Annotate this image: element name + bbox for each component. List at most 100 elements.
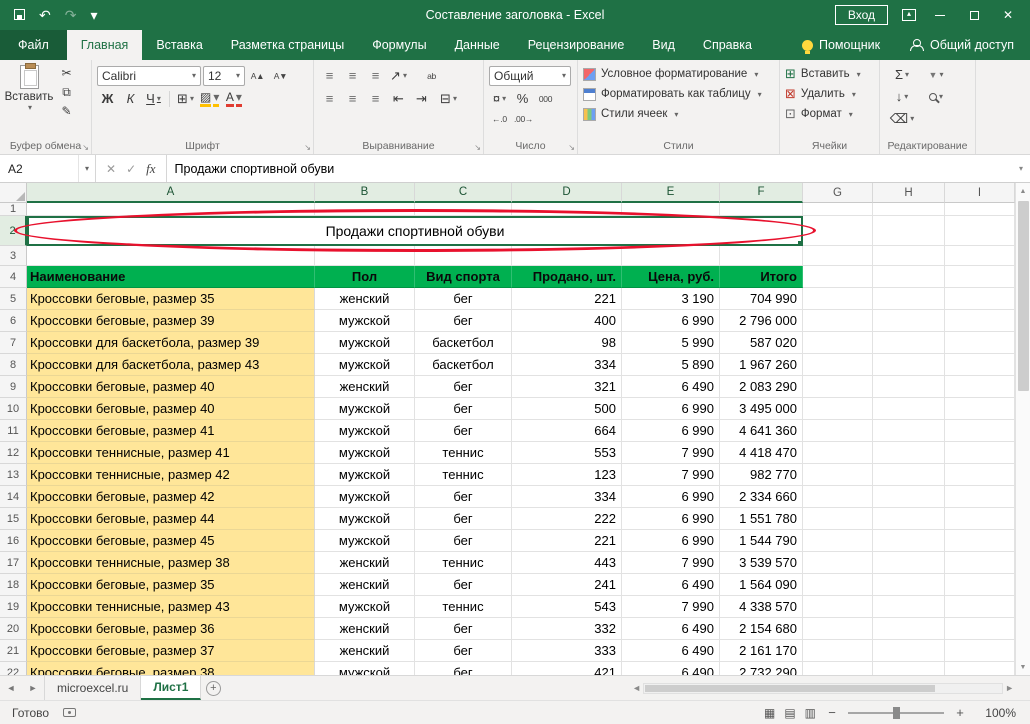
cell[interactable]	[803, 376, 873, 398]
cell[interactable]: баскетбол	[415, 332, 512, 354]
cell[interactable]	[873, 662, 945, 675]
tab-data[interactable]: Данные	[441, 30, 514, 60]
undo-button[interactable]: ↶	[39, 8, 51, 22]
cell[interactable]: 6 490	[622, 376, 720, 398]
wrap-text-button[interactable]: ab	[421, 65, 442, 86]
cell[interactable]: Кроссовки беговые, размер 37	[27, 640, 315, 662]
copy-button[interactable]: ⧉	[56, 83, 77, 101]
cell[interactable]	[945, 464, 1015, 486]
cell[interactable]: женский	[315, 552, 415, 574]
cell[interactable]	[720, 246, 803, 266]
row-header-19[interactable]: 19	[0, 596, 27, 618]
cell[interactable]	[622, 203, 720, 216]
scroll-up-icon[interactable]: ▲	[1016, 183, 1030, 199]
cell[interactable]	[945, 552, 1015, 574]
column-header-B[interactable]: B	[315, 183, 415, 203]
cell[interactable]: 2 083 290	[720, 376, 803, 398]
share-button[interactable]: Общий доступ	[893, 30, 1030, 60]
cell[interactable]	[803, 596, 873, 618]
cell[interactable]	[803, 203, 873, 216]
align-middle-button[interactable]: ≡	[342, 65, 363, 86]
cell[interactable]: бег	[415, 486, 512, 508]
header-cell[interactable]: Пол	[315, 266, 415, 288]
cell[interactable]	[803, 246, 873, 266]
cell[interactable]: теннис	[415, 442, 512, 464]
cell[interactable]: Кроссовки беговые, размер 36	[27, 618, 315, 640]
align-bottom-button[interactable]: ≡	[365, 65, 386, 86]
bold-button[interactable]: Ж	[97, 88, 118, 109]
zoom-out-button[interactable]: −	[825, 705, 839, 720]
row-header-18[interactable]: 18	[0, 574, 27, 596]
cell[interactable]	[315, 246, 415, 266]
confirm-entry-icon[interactable]: ✓	[126, 162, 136, 176]
delete-cells-button[interactable]: ⊠ Удалить ▾	[785, 84, 874, 104]
cell[interactable]	[720, 203, 803, 216]
cell[interactable]: Кроссовки беговые, размер 35	[27, 288, 315, 310]
view-page-break-icon[interactable]: ▥	[805, 706, 816, 720]
cell[interactable]: бег	[415, 662, 512, 675]
cell[interactable]: Кроссовки беговые, размер 35	[27, 574, 315, 596]
cell[interactable]	[803, 420, 873, 442]
cell[interactable]: теннис	[415, 596, 512, 618]
tab-help[interactable]: Справка	[689, 30, 766, 60]
decrease-decimal-button[interactable]: .00→	[512, 109, 535, 130]
increase-font-size-button[interactable]: А▲	[247, 65, 268, 86]
cell[interactable]: 3 539 570	[720, 552, 803, 574]
cell[interactable]: 6 990	[622, 508, 720, 530]
cell[interactable]: женский	[315, 618, 415, 640]
formula-input[interactable]: Продажи спортивной обуви	[166, 155, 1012, 182]
percent-style-button[interactable]: %	[512, 88, 533, 109]
cell[interactable]: Кроссовки беговые, размер 38	[27, 662, 315, 675]
macro-record-icon[interactable]	[63, 708, 77, 717]
cell[interactable]: 123	[512, 464, 622, 486]
row-header-2[interactable]: 2	[0, 216, 27, 246]
row-header-13[interactable]: 13	[0, 464, 27, 486]
cell[interactable]: 4 641 360	[720, 420, 803, 442]
paste-button[interactable]: Вставить ▾	[5, 63, 53, 120]
column-header-E[interactable]: E	[622, 183, 720, 203]
cell[interactable]	[945, 530, 1015, 552]
cell[interactable]: 221	[512, 288, 622, 310]
cell[interactable]	[873, 552, 945, 574]
cell[interactable]: теннис	[415, 464, 512, 486]
view-normal-icon[interactable]: ▦	[764, 706, 775, 720]
horizontal-scroll-track[interactable]	[643, 682, 1004, 694]
column-header-I[interactable]: I	[945, 183, 1015, 203]
cell[interactable]: мужской	[315, 442, 415, 464]
maximize-button[interactable]	[964, 8, 984, 22]
row-header-21[interactable]: 21	[0, 640, 27, 662]
cell[interactable]: 6 990	[622, 420, 720, 442]
column-header-F[interactable]: F	[720, 183, 803, 203]
cell[interactable]	[873, 203, 945, 216]
name-box[interactable]: A2 ▾	[0, 155, 96, 182]
column-header-D[interactable]: D	[512, 183, 622, 203]
cell[interactable]: Кроссовки беговые, размер 45	[27, 530, 315, 552]
cell[interactable]: 1 551 780	[720, 508, 803, 530]
cell[interactable]	[803, 464, 873, 486]
cell[interactable]	[873, 420, 945, 442]
cell[interactable]	[622, 246, 720, 266]
cell[interactable]: 4 338 570	[720, 596, 803, 618]
cell[interactable]	[803, 288, 873, 310]
cell[interactable]: 4 418 470	[720, 442, 803, 464]
column-header-G[interactable]: G	[803, 183, 873, 203]
column-header-A[interactable]: A	[27, 183, 315, 203]
tab-page-layout[interactable]: Разметка страницы	[217, 30, 358, 60]
cell[interactable]	[873, 216, 945, 246]
cell[interactable]	[27, 246, 315, 266]
cell[interactable]	[873, 266, 945, 288]
minimize-button[interactable]	[930, 8, 950, 22]
cell[interactable]	[803, 662, 873, 675]
horizontal-scrollbar[interactable]: ◄ ►	[632, 676, 1030, 700]
cell[interactable]	[945, 662, 1015, 675]
horizontal-scroll-thumb[interactable]	[645, 684, 936, 692]
cell[interactable]: мужской	[315, 596, 415, 618]
cell[interactable]: бег	[415, 310, 512, 332]
cell[interactable]: Кроссовки для баскетбола, размер 39	[27, 332, 315, 354]
expand-formula-bar-button[interactable]: ▾	[1012, 155, 1030, 182]
dialog-launcher-number[interactable]: ↘	[568, 144, 575, 152]
cell[interactable]	[873, 288, 945, 310]
underline-button[interactable]: Ч ▾	[143, 88, 164, 109]
sign-in-button[interactable]: Вход	[834, 5, 888, 25]
cell[interactable]: бег	[415, 574, 512, 596]
